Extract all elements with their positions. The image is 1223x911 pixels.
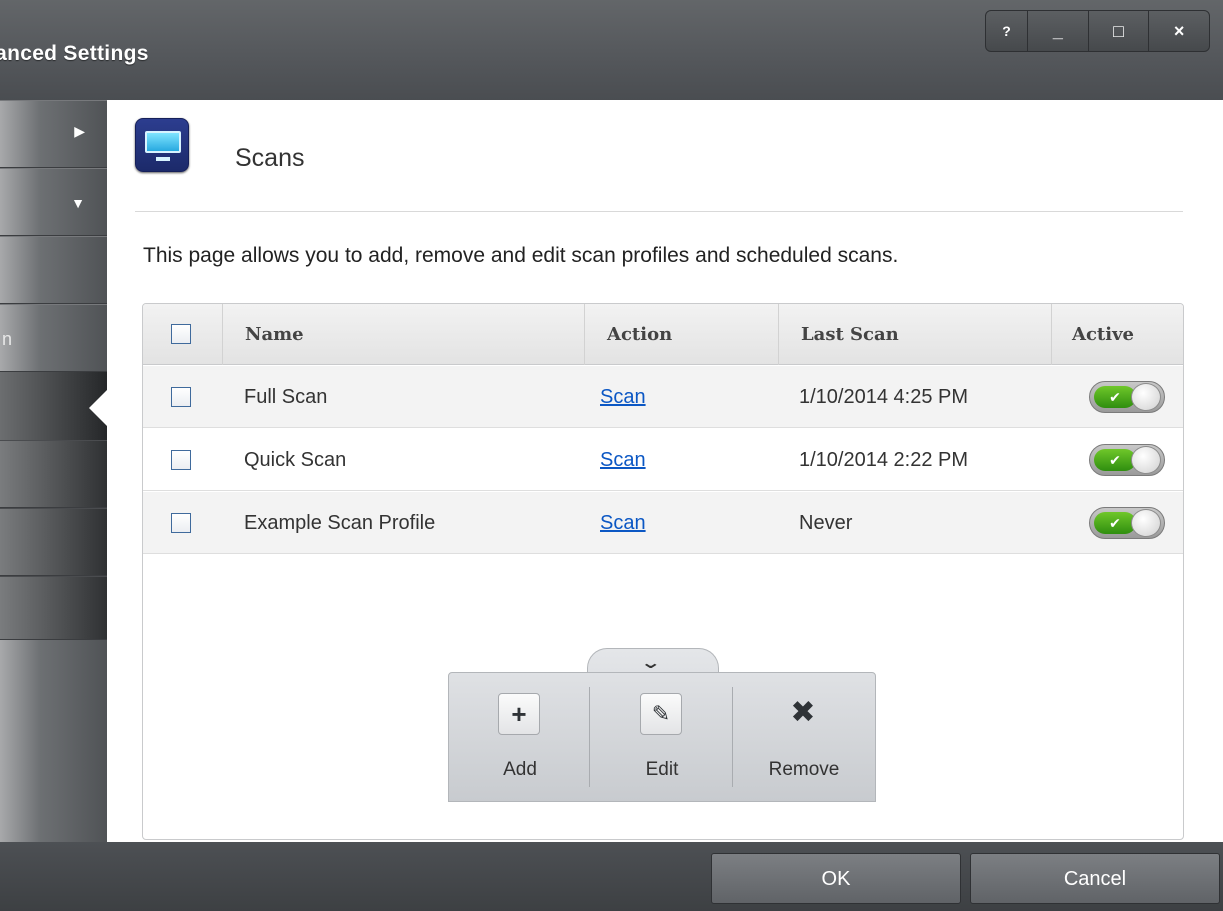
row-checkbox[interactable] [171,450,191,470]
row-checkbox[interactable] [171,387,191,407]
page-title: Scans [235,144,305,172]
active-toggle[interactable]: ✔ [1089,507,1165,539]
close-button[interactable]: × [1149,11,1209,51]
title-divider [135,211,1183,212]
advanced-settings-window: dvanced Settings ? _ □ × ▶ ▼ n Scans [0,0,1223,911]
row-name: Full Scan [244,386,328,408]
edit-button[interactable]: ✎ Edit [591,673,733,801]
help-button[interactable]: ? [986,11,1028,51]
scan-link[interactable]: Scan [600,366,646,428]
toggle-knob [1131,509,1161,537]
toggle-on-indicator: ✔ [1094,386,1136,408]
table-row[interactable]: Example Scan Profile Scan Never ✔ [143,492,1183,554]
select-all-checkbox[interactable] [171,324,191,344]
maximize-button[interactable]: □ [1089,11,1150,51]
row-checkbox[interactable] [171,513,191,533]
arrow-down-icon: ▼ [71,195,85,211]
monitor-stand [156,157,170,161]
toggle-knob [1131,383,1161,411]
row-last-scan: 1/10/2014 2:22 PM [799,449,969,471]
check-icon: ✔ [1109,452,1121,468]
row-last-scan: 1/10/2014 4:25 PM [799,386,969,408]
monitor-screen [145,131,181,153]
header-select-cell [143,304,222,365]
table-header: Name Action Last Scan Active [143,304,1183,365]
check-icon: ✔ [1109,389,1121,405]
action-toolbar: + Add ✎ Edit ✖ Remove [448,672,876,802]
monitor-scan-icon [135,118,189,172]
active-toggle[interactable]: ✔ [1089,381,1165,413]
selection-pointer [89,390,107,426]
active-toggle[interactable]: ✔ [1089,444,1165,476]
ok-button[interactable]: OK [711,853,961,904]
table-row[interactable]: Full Scan Scan 1/10/2014 4:25 PM ✔ [143,366,1183,428]
settings-sidebar: ▶ ▼ n [0,100,107,842]
header-active[interactable]: Active [1051,304,1183,365]
minimize-button[interactable]: _ [1028,11,1089,51]
sidebar-item[interactable] [0,236,107,304]
add-button[interactable]: + Add [449,673,591,801]
dialog-footer: OK Cancel [0,842,1223,911]
x-icon: ✖ [790,696,816,729]
header-action[interactable]: Action [584,304,778,365]
title-bar: dvanced Settings ? _ □ × [0,0,1223,100]
cancel-button[interactable]: Cancel [970,853,1220,904]
scan-link[interactable]: Scan [600,429,646,491]
header-name[interactable]: Name [222,304,584,365]
sidebar-item[interactable] [0,576,107,640]
sidebar-item[interactable] [0,440,107,508]
window-controls: ? _ □ × [985,10,1210,52]
sidebar-item[interactable]: n [0,304,107,372]
toggle-on-indicator: ✔ [1094,449,1136,471]
chevron-down-icon: ⌄ [639,655,662,672]
row-name: Quick Scan [244,449,347,471]
toolbar-separator [589,687,590,787]
toggle-knob [1131,446,1161,474]
sidebar-item-collapsed[interactable]: ▶ [0,100,107,168]
sidebar-item-label: n [2,329,13,349]
add-label: Add [503,759,537,780]
window-title: dvanced Settings [0,42,149,65]
page-description: This page allows you to add, remove and … [143,244,899,267]
row-name: Example Scan Profile [244,512,436,534]
remove-label: Remove [768,759,840,780]
scan-link[interactable]: Scan [600,492,646,554]
arrow-right-icon: ▶ [74,123,85,139]
plus-icon: + [498,693,540,735]
toggle-on-indicator: ✔ [1094,512,1136,534]
sidebar-item-expanded[interactable]: ▼ [0,168,107,236]
pencil-icon: ✎ [640,693,682,735]
header-last-scan[interactable]: Last Scan [778,304,1051,365]
table-row[interactable]: Quick Scan Scan 1/10/2014 2:22 PM ✔ [143,429,1183,491]
edit-label: Edit [645,759,679,780]
remove-button[interactable]: ✖ Remove [733,673,875,801]
row-last-scan: Never [799,512,853,534]
sidebar-item[interactable] [0,508,107,576]
check-icon: ✔ [1109,515,1121,531]
